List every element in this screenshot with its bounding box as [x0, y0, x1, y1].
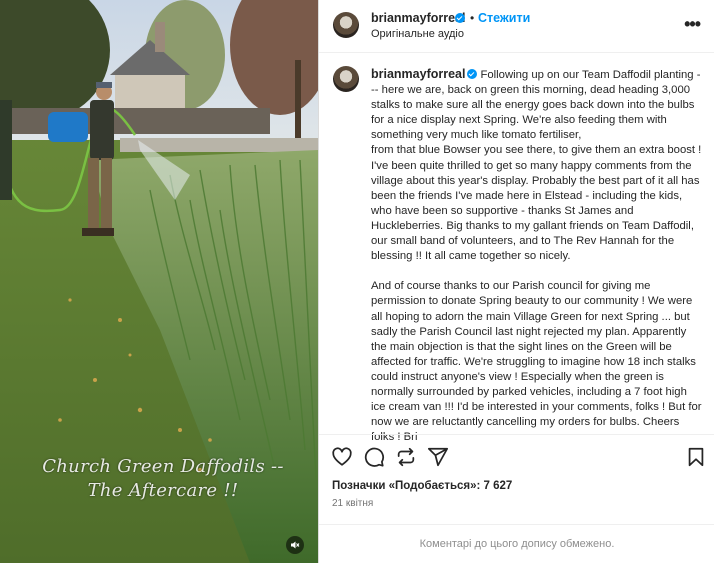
- caption-line-2: The Aftercare !!: [87, 480, 239, 501]
- likes-count[interactable]: Позначки «Подобається»: 7 627: [332, 480, 512, 492]
- caption-line-1: Church Green Daffodils --: [42, 456, 284, 477]
- caption-author-username[interactable]: brianmayforreal: [371, 67, 465, 81]
- follow-button[interactable]: Стежити: [478, 11, 530, 25]
- post-media[interactable]: Church Green Daffodils -- The Aftercare …: [0, 0, 318, 563]
- repost-icon[interactable]: [395, 446, 417, 468]
- video-caption: Church Green Daffodils -- The Aftercare …: [18, 455, 308, 503]
- more-options-icon[interactable]: •••: [684, 14, 701, 35]
- heart-icon[interactable]: [331, 446, 353, 468]
- post-caption: brianmayforreal Following up on our Team …: [319, 53, 714, 443]
- bookmark-icon[interactable]: [685, 446, 707, 468]
- caption-author-avatar[interactable]: [333, 66, 359, 92]
- caption-verified-badge-icon: [467, 69, 478, 79]
- author-username[interactable]: brianmayforreal: [371, 11, 465, 25]
- separator-dot: •: [470, 11, 475, 25]
- comment-icon[interactable]: [363, 446, 385, 468]
- audio-link[interactable]: Оригінальне аудіо: [371, 28, 464, 40]
- author-avatar[interactable]: [333, 12, 359, 38]
- caption-text: Following up on our Team Daffodil planti…: [371, 69, 702, 444]
- verified-badge-icon: [455, 13, 465, 23]
- caption-body: brianmayforreal Following up on our Team …: [371, 67, 703, 445]
- action-bar: Позначки «Подобається»: 7 627 21 квітня: [319, 434, 714, 524]
- speaker-muted-icon: [291, 541, 300, 549]
- comments-disabled-notice: Коментарі до цього допису обмежено.: [319, 524, 714, 563]
- post-date[interactable]: 21 квітня: [332, 498, 373, 509]
- share-icon[interactable]: [427, 446, 449, 468]
- post-side-panel: brianmayforreal • Стежити Оригінальне ау…: [318, 0, 714, 563]
- post-header: brianmayforreal • Стежити Оригінальне ау…: [319, 0, 714, 53]
- mute-button[interactable]: [286, 536, 304, 554]
